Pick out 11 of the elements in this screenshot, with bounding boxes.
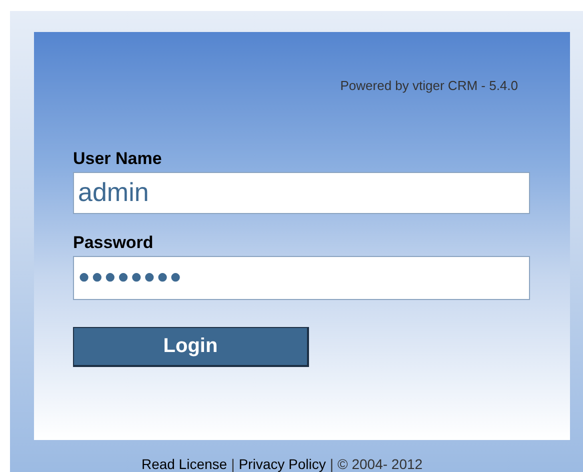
field-label: User Name [73, 148, 162, 168]
username-field[interactable]: admin [73, 172, 530, 214]
password-field[interactable]: ●●●●●●●● [73, 256, 530, 300]
footer-text: © 2004- 2012 [338, 456, 423, 472]
footer-link[interactable]: Read License [141, 456, 228, 472]
footer-link[interactable]: Privacy Policy [238, 456, 326, 472]
footer-text: | [231, 456, 235, 472]
powered-by-text: Powered by vtiger CRM - 5.4.0 [339, 77, 519, 95]
field-label: Password [73, 232, 154, 252]
footer-text: | [330, 456, 334, 472]
login-button[interactable]: Login [73, 326, 309, 366]
